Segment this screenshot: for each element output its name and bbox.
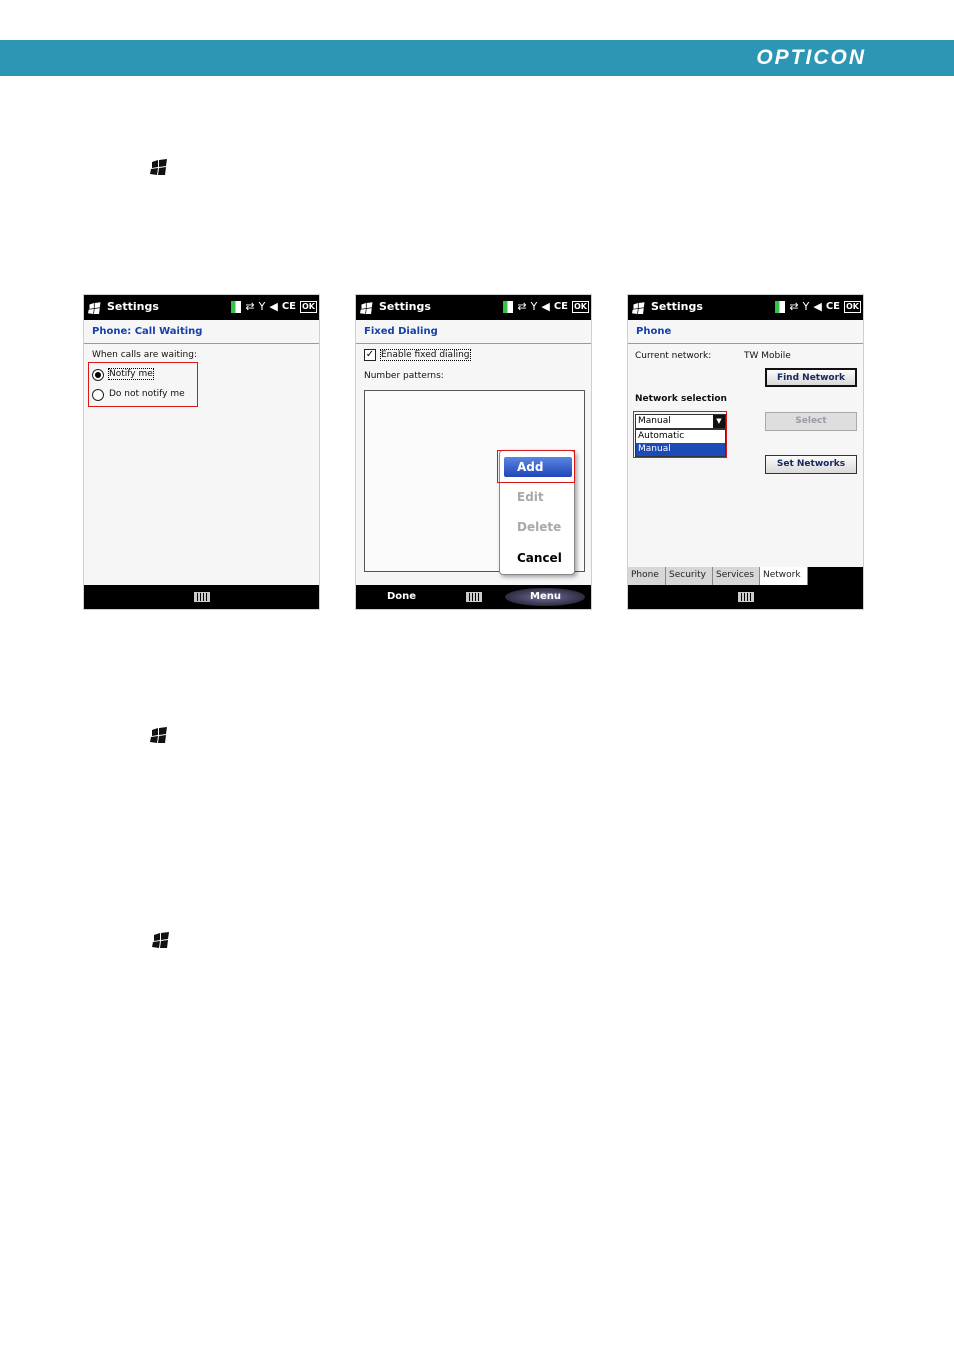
- page-heading: Phone: Call Waiting: [92, 326, 203, 337]
- window-title: Settings: [379, 300, 431, 313]
- sync-icon: ⇄: [517, 300, 527, 313]
- select-button[interactable]: Select: [765, 412, 857, 431]
- menu-item-delete[interactable]: Delete: [517, 520, 561, 534]
- volume-icon: ◀: [541, 300, 550, 313]
- tab-network[interactable]: Network: [760, 567, 808, 585]
- prompt-label: When calls are waiting:: [92, 350, 197, 360]
- windows-start-icon: [150, 727, 169, 744]
- screenshot-fixed-dialing: Settings ⇄ Y ◀ CE OK Fixed Dialing ✓ Ena…: [355, 294, 592, 610]
- volume-icon: ◀: [813, 300, 822, 313]
- screenshot-call-waiting: Settings ⇄ Y ◀ CE OK Phone: Call Waiting…: [83, 294, 320, 610]
- highlight-box: [633, 411, 727, 458]
- signal-icon: Y: [530, 300, 538, 313]
- status-bar: Settings ⇄ Y ◀ CE OK: [356, 295, 591, 320]
- screenshot-network: Settings ⇄ Y ◀ CE OK Phone Current netwo…: [627, 294, 864, 610]
- highlight-box: [497, 450, 575, 483]
- volume-icon: ◀: [269, 300, 278, 313]
- status-bar: Settings ⇄ Y ◀ CE OK: [628, 295, 863, 320]
- ok-icon[interactable]: OK: [572, 301, 589, 313]
- battery-icon: [503, 301, 514, 313]
- divider: [628, 343, 863, 344]
- windows-start-icon: [152, 932, 171, 949]
- checkbox-label: Enable fixed dialing: [380, 349, 471, 361]
- divider: [84, 343, 319, 344]
- find-network-button[interactable]: Find Network: [765, 368, 857, 387]
- start-flag-icon[interactable]: [360, 300, 374, 319]
- highlight-box: [88, 362, 198, 407]
- ok-icon[interactable]: OK: [844, 301, 861, 313]
- number-patterns-label: Number patterns:: [364, 371, 444, 381]
- windows-start-icon: [150, 159, 169, 176]
- tab-strip: Phone Security Services Network: [628, 567, 863, 585]
- brand-logo: OPTICON: [756, 46, 866, 69]
- done-softkey[interactable]: Done: [387, 591, 416, 602]
- softkey-bar: Done Menu: [356, 585, 591, 609]
- connection-icon: CE: [825, 301, 840, 312]
- keyboard-icon[interactable]: [465, 592, 482, 602]
- signal-icon: Y: [258, 300, 266, 313]
- menu-softkey[interactable]: Menu: [530, 591, 561, 602]
- sync-icon: ⇄: [789, 300, 799, 313]
- ok-icon[interactable]: OK: [300, 301, 317, 313]
- signal-icon: Y: [802, 300, 810, 313]
- enable-fixed-dialing-checkbox[interactable]: ✓: [364, 349, 376, 361]
- set-networks-button[interactable]: Set Networks: [765, 455, 857, 474]
- battery-icon: [775, 301, 786, 313]
- network-selection-label: Network selection: [635, 394, 727, 404]
- current-network-value: TW Mobile: [744, 351, 791, 361]
- page-heading: Fixed Dialing: [364, 326, 438, 337]
- softkey-bar: [84, 585, 319, 609]
- window-title: Settings: [651, 300, 703, 313]
- battery-icon: [231, 301, 242, 313]
- page-heading: Phone: [636, 326, 672, 337]
- keyboard-icon[interactable]: [737, 592, 754, 602]
- tab-phone[interactable]: Phone: [628, 567, 666, 585]
- sync-icon: ⇄: [245, 300, 255, 313]
- keyboard-icon[interactable]: [193, 592, 210, 602]
- menu-item-cancel[interactable]: Cancel: [517, 551, 562, 565]
- start-flag-icon[interactable]: [88, 300, 102, 319]
- tab-services[interactable]: Services: [713, 567, 760, 585]
- divider: [356, 343, 591, 344]
- start-flag-icon[interactable]: [632, 300, 646, 319]
- header-banner: OPTICON: [0, 40, 954, 76]
- current-network-label: Current network:: [635, 351, 712, 361]
- tab-security[interactable]: Security: [666, 567, 713, 585]
- softkey-bar: [628, 585, 863, 609]
- status-bar: Settings ⇄ Y ◀ CE OK: [84, 295, 319, 320]
- connection-icon: CE: [281, 301, 296, 312]
- window-title: Settings: [107, 300, 159, 313]
- connection-icon: CE: [553, 301, 568, 312]
- menu-item-edit[interactable]: Edit: [517, 490, 544, 504]
